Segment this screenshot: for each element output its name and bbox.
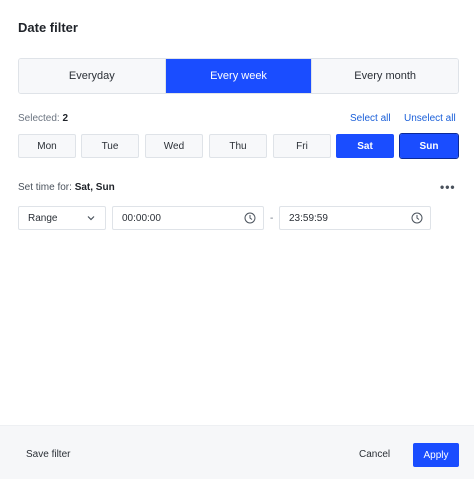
selection-row: Selected: 2 Select all Unselect all xyxy=(18,113,459,127)
end-time-input[interactable]: 23:59:59 xyxy=(279,206,431,230)
day-fri-button[interactable]: Fri xyxy=(273,134,331,158)
date-filter-dialog: Date filter Everyday Every week Every mo… xyxy=(0,0,474,479)
more-icon[interactable]: ••• xyxy=(440,180,456,194)
chevron-down-icon xyxy=(87,216,95,221)
set-time-prefix: Set time for: xyxy=(18,182,72,193)
day-sun-button[interactable]: Sun xyxy=(399,133,459,159)
day-thu-button[interactable]: Thu xyxy=(209,134,267,158)
tab-every-week[interactable]: Every week xyxy=(165,59,313,93)
time-mode-value: Range xyxy=(28,212,58,224)
unselect-all-link[interactable]: Unselect all xyxy=(404,113,456,124)
selected-label: Selected: xyxy=(18,113,60,124)
time-mode-select[interactable]: Range xyxy=(18,206,106,230)
save-filter-button[interactable]: Save filter xyxy=(26,449,70,460)
tab-every-month[interactable]: Every month xyxy=(312,59,458,93)
selected-count: 2 xyxy=(62,113,69,124)
clock-icon xyxy=(244,212,256,224)
clock-icon xyxy=(411,212,423,224)
select-all-link[interactable]: Select all xyxy=(350,113,391,124)
end-time-value: 23:59:59 xyxy=(289,212,328,224)
day-tue-button[interactable]: Tue xyxy=(81,134,139,158)
tab-everyday[interactable]: Everyday xyxy=(19,59,166,93)
apply-button[interactable]: Apply xyxy=(413,443,459,467)
start-time-value: 00:00:00 xyxy=(122,212,161,224)
day-sat-button[interactable]: Sat xyxy=(336,134,394,158)
set-time-label: Set time for: Sat, Sun xyxy=(18,182,115,193)
dialog-footer: Save filter Cancel Apply xyxy=(0,425,474,479)
start-time-input[interactable]: 00:00:00 xyxy=(112,206,264,230)
range-separator: - xyxy=(270,213,274,224)
day-wed-button[interactable]: Wed xyxy=(145,134,203,158)
day-mon-button[interactable]: Mon xyxy=(18,134,76,158)
set-time-days: Sat, Sun xyxy=(74,182,115,193)
cancel-button[interactable]: Cancel xyxy=(359,449,390,460)
weekday-picker: Mon Tue Wed Thu Fri Sat Sun xyxy=(18,133,459,159)
frequency-tabs: Everyday Every week Every month xyxy=(18,58,459,94)
dialog-title: Date filter xyxy=(18,20,78,35)
